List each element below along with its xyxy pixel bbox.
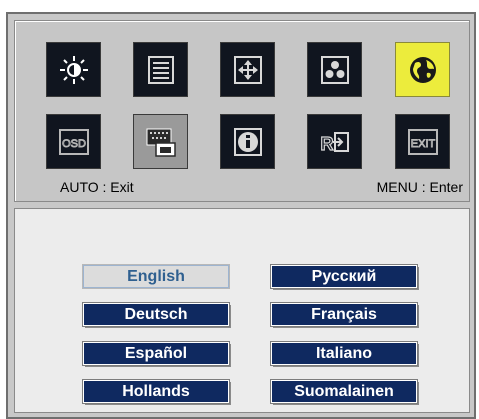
osd-icon[interactable]: OSD <box>46 114 101 169</box>
input-source-icon[interactable] <box>133 114 188 169</box>
reset-icon[interactable]: R <box>307 114 362 169</box>
osd-menu-window: OSD R EXIT AUTO: Exit MENU: Enter Engl… <box>6 12 476 419</box>
information-icon[interactable] <box>220 114 275 169</box>
auto-exit-hint: AUTO : Exit <box>60 179 134 195</box>
position-icon[interactable] <box>220 42 275 97</box>
exit-icon[interactable]: EXIT <box>395 114 450 169</box>
color-icon[interactable] <box>307 42 362 97</box>
language-option-francais[interactable]: Français <box>270 302 418 327</box>
menu-enter-hint: MENU : Enter <box>376 179 463 195</box>
svg-text:EXIT: EXIT <box>410 138 435 150</box>
language-option-hollands[interactable]: Hollands <box>82 379 230 404</box>
svg-text:OSD: OSD <box>62 138 86 150</box>
language-option-english[interactable]: English <box>82 264 230 289</box>
brightness-icon[interactable] <box>46 42 101 97</box>
picture-list-icon[interactable] <box>133 42 188 97</box>
language-option-espanol[interactable]: Español <box>82 341 230 366</box>
language-globe-icon[interactable] <box>395 42 450 97</box>
language-option-italiano[interactable]: Italiano <box>270 341 418 366</box>
svg-text:R: R <box>320 134 333 154</box>
language-option-deutsch[interactable]: Deutsch <box>82 302 230 327</box>
menu-icon-panel: OSD R EXIT AUTO: Exit MENU: Enter <box>14 20 470 202</box>
language-option-russian[interactable]: Русский <box>270 264 418 289</box>
language-option-suomalainen[interactable]: Suomalainen <box>270 379 418 404</box>
language-panel: English Русский Deutsch Français Español… <box>14 208 470 413</box>
